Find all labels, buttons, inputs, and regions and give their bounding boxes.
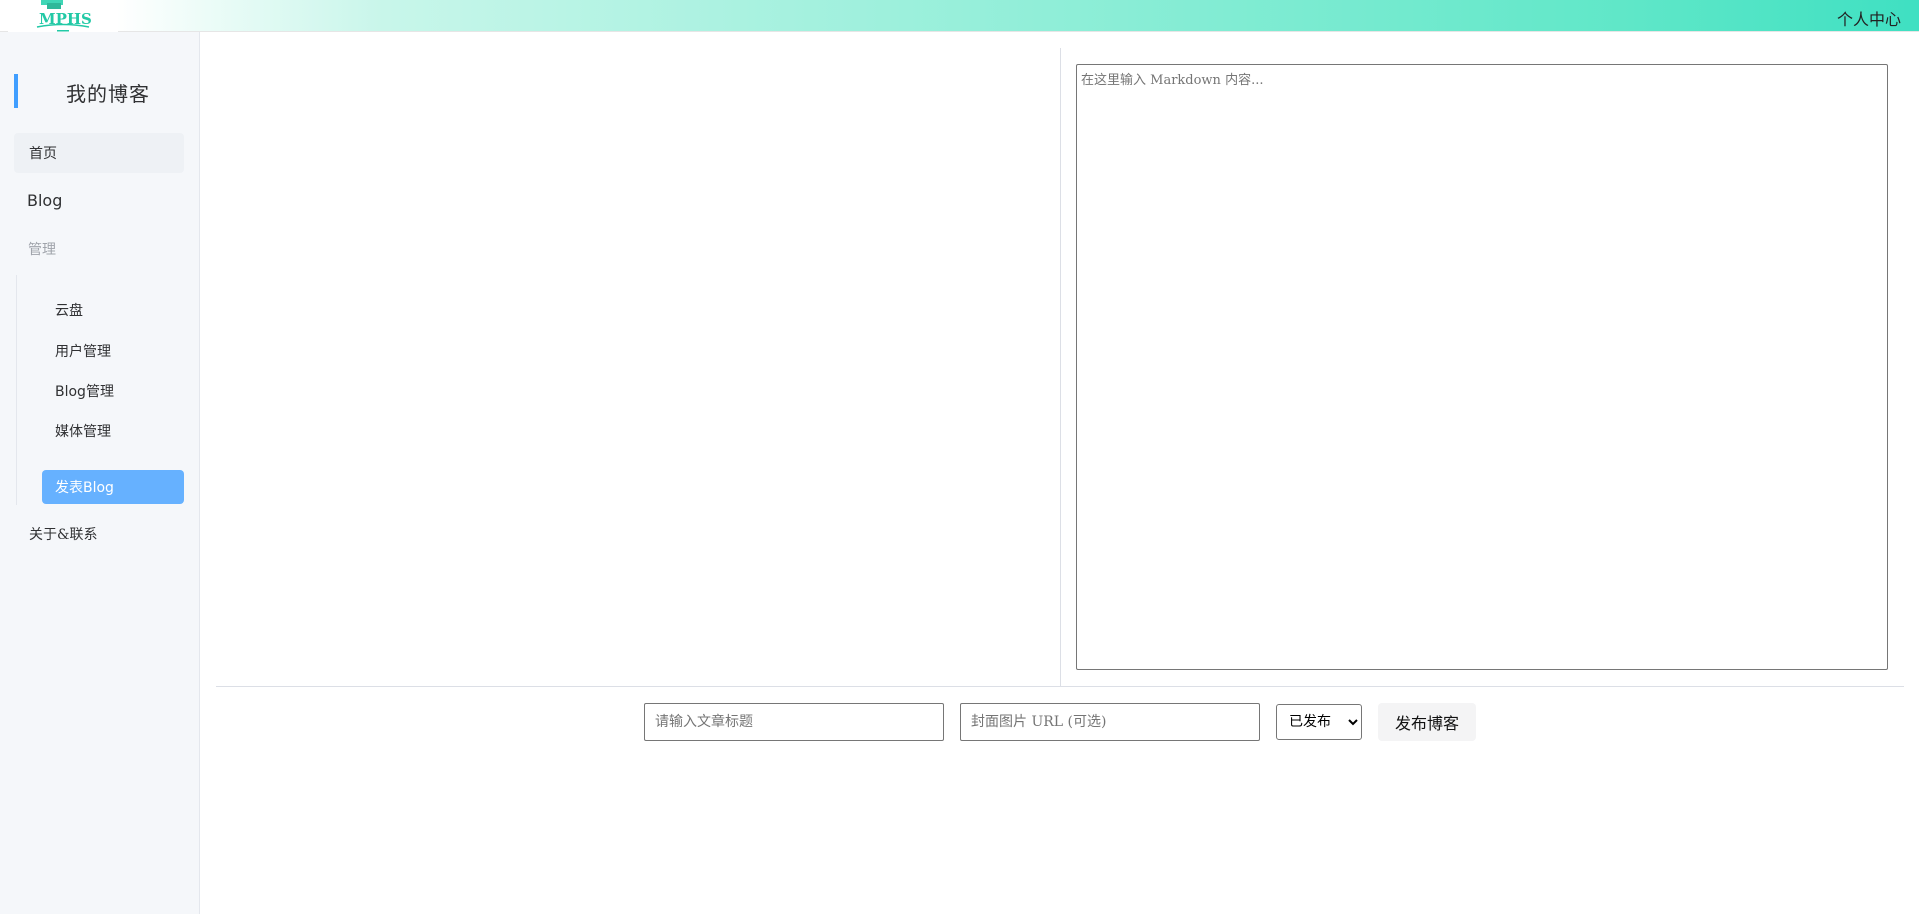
- sidebar-item-media-management[interactable]: 媒体管理: [42, 414, 184, 448]
- sidebar-item-cloud-disk[interactable]: 云盘: [42, 293, 184, 327]
- sidebar-item-home[interactable]: 首页: [14, 133, 184, 173]
- markdown-preview-pane: [216, 48, 1060, 686]
- title-input[interactable]: [644, 703, 944, 741]
- sidebar-item-label: 发表Blog: [55, 480, 114, 496]
- sidebar-item-label: 用户管理: [55, 344, 111, 360]
- site-logo[interactable]: MPHS: [8, 0, 118, 34]
- cover-url-input[interactable]: [960, 703, 1260, 741]
- sidebar-item-label: Blog管理: [55, 384, 114, 400]
- sidebar-item-about-contact[interactable]: 关于&联系: [14, 517, 184, 551]
- sidebar-item-blog[interactable]: Blog: [14, 180, 184, 220]
- sidebar-item-label: Blog: [27, 190, 63, 210]
- sidebar-item-label: 关于&联系: [29, 527, 98, 543]
- sidebar-item-label: 首页: [29, 146, 57, 162]
- submenu-divider: [16, 275, 17, 505]
- sidebar-item-publish-blog[interactable]: 发表Blog: [42, 470, 184, 504]
- sidebar: 我的博客 首页 Blog 管理 云盘 用户管理 Blog管理 媒体管理 发表Bl…: [0, 32, 200, 914]
- sidebar-brand: 我的博客: [14, 74, 194, 108]
- sidebar-group-manage: 管理: [28, 242, 56, 258]
- sidebar-item-label: 云盘: [55, 303, 83, 319]
- top-header: MPHS 个人中心: [0, 0, 1919, 34]
- markdown-editor[interactable]: [1076, 64, 1888, 670]
- sidebar-item-blog-management[interactable]: Blog管理: [42, 374, 184, 408]
- sidebar-item-label: 媒体管理: [55, 424, 111, 440]
- editor-bottom-divider: [216, 686, 1904, 687]
- publish-bar: 已发布 发布博客: [0, 703, 1919, 743]
- brand-title: 我的博客: [66, 82, 150, 106]
- logo-image: MPHS: [36, 0, 92, 32]
- sidebar-item-user-management[interactable]: 用户管理: [42, 334, 184, 368]
- user-center-link[interactable]: 个人中心: [1837, 6, 1901, 30]
- editor-divider: [1060, 48, 1061, 686]
- status-select[interactable]: 已发布: [1276, 704, 1362, 740]
- publish-blog-button[interactable]: 发布博客: [1378, 703, 1476, 741]
